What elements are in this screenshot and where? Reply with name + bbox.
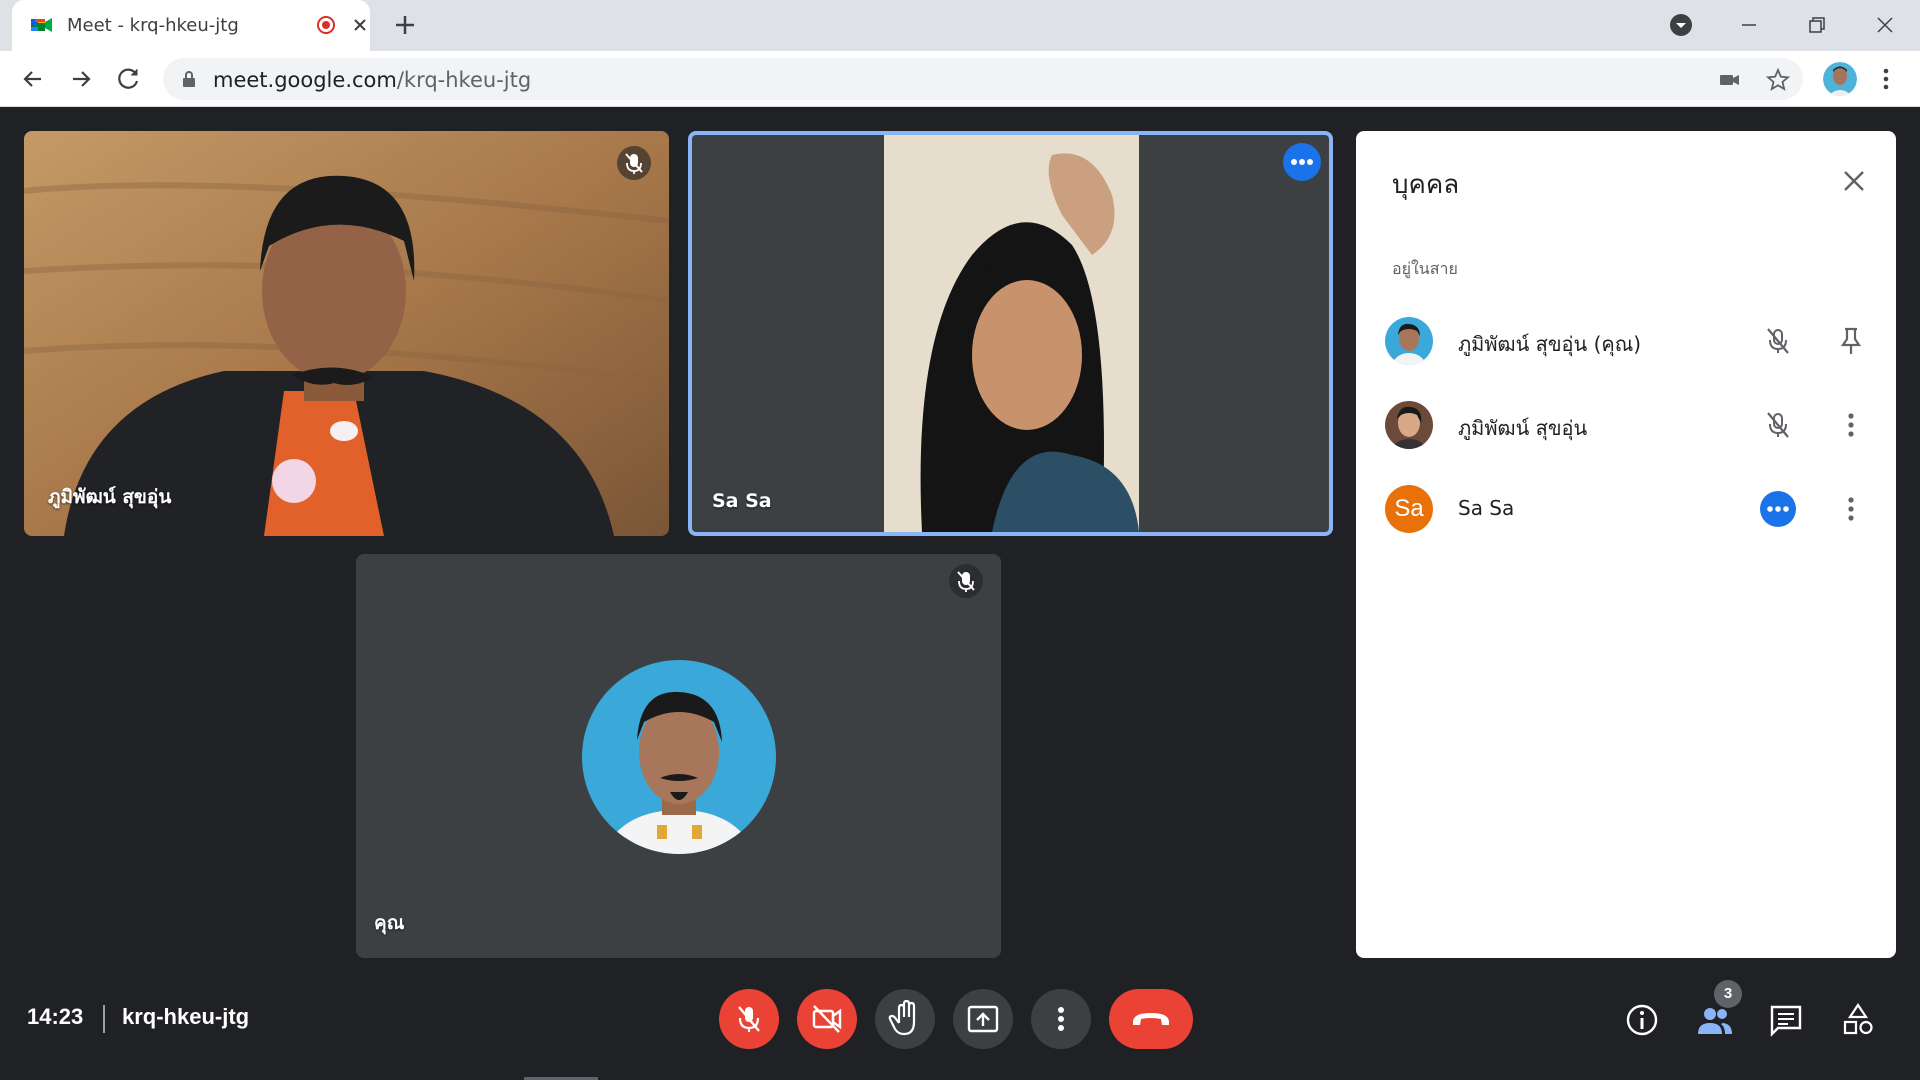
browser-menu-icon[interactable] [1876, 65, 1896, 93]
toggle-camera-button[interactable] [797, 989, 857, 1049]
mic-off-icon [1767, 412, 1789, 438]
lock-icon[interactable] [181, 70, 197, 88]
mic-off-icon [625, 153, 643, 174]
bookmark-star-icon[interactable] [1766, 68, 1790, 92]
panel-title: บุคคล [1392, 170, 1460, 200]
person-row[interactable]: ภูมิพัฒน์ สุขอุ่น [1356, 390, 1896, 460]
address-bar[interactable]: meet.google.com/krq-hkeu-jtg [163, 58, 1803, 100]
avatar-initials: Sa [1385, 485, 1433, 533]
avatar-image [1385, 317, 1433, 365]
leave-call-button[interactable] [1109, 989, 1193, 1049]
person-name: Sa Sa [1458, 496, 1515, 520]
more-horizontal-icon [1291, 159, 1313, 165]
present-screen-button[interactable] [953, 989, 1013, 1049]
participant-name-label: Sa Sa [712, 490, 772, 512]
back-icon[interactable] [19, 65, 47, 93]
tab-search-icon[interactable] [1666, 10, 1696, 40]
url-text: meet.google.com/krq-hkeu-jtg [213, 68, 531, 92]
video-tile-participant-2[interactable]: Sa Sa [688, 131, 1333, 536]
mic-muted-indicator [949, 564, 983, 598]
participant-2-video [884, 135, 1139, 532]
tab-close-icon[interactable] [349, 14, 371, 36]
mic-off-icon [1767, 328, 1789, 354]
person-name: ภูมิพัฒน์ สุขอุ่น [1458, 416, 1588, 440]
person-row[interactable]: ภูมิพัฒน์ สุขอุ่น (คุณ) [1356, 306, 1896, 376]
meet-favicon-icon [31, 18, 52, 32]
camera-permission-icon[interactable] [1718, 68, 1742, 92]
restore-icon[interactable] [1802, 10, 1832, 40]
participant-options-button[interactable] [1760, 491, 1796, 527]
person-row[interactable]: Sa Sa Sa [1356, 474, 1896, 544]
avatar-image [1385, 401, 1433, 449]
pin-icon[interactable] [1833, 323, 1869, 359]
window-close-icon[interactable] [1870, 10, 1900, 40]
browser-toolbar: meet.google.com/krq-hkeu-jtg [0, 51, 1920, 107]
forward-icon[interactable] [67, 65, 95, 93]
mic-muted-indicator [617, 146, 651, 180]
self-avatar-image [582, 660, 776, 854]
recording-indicator-icon [317, 16, 335, 34]
url-domain: meet.google.com [213, 68, 397, 92]
video-tile-participant-1[interactable]: ภูมิพัฒน์ สุขอุ่น [24, 131, 669, 536]
people-panel: บุคคล อยู่ในสาย ภูมิพัฒน์ สุขอุ่น (คุณ) [1356, 131, 1896, 958]
participant-name-label: ภูมิพัฒน์ สุขอุ่น [48, 486, 172, 508]
raise-hand-icon [888, 999, 916, 1036]
browser-tab[interactable]: Meet - krq-hkeu-jtg [12, 0, 370, 51]
meeting-code: krq-hkeu-jtg [122, 1004, 250, 1029]
meeting-details-icon[interactable] [1624, 1002, 1660, 1038]
mic-off-icon [957, 571, 975, 592]
more-vertical-icon [1058, 1007, 1064, 1031]
chat-icon[interactable] [1768, 1002, 1804, 1038]
close-panel-icon[interactable] [1839, 166, 1869, 196]
url-path: /krq-hkeu-jtg [396, 68, 532, 92]
participant-count-badge: 3 [1714, 980, 1742, 1008]
mic-off-icon [738, 1006, 760, 1032]
new-tab-icon[interactable] [392, 12, 418, 38]
more-options-button[interactable] [1031, 989, 1091, 1049]
person-name: ภูมิพัฒน์ สุขอุ่น (คุณ) [1458, 332, 1642, 356]
reload-icon[interactable] [115, 65, 143, 93]
browser-tabstrip: Meet - krq-hkeu-jtg [0, 0, 1920, 51]
participant-1-video [24, 131, 669, 536]
raise-hand-button[interactable] [875, 989, 935, 1049]
meeting-time: 14:23 [27, 1004, 84, 1029]
participant-options-button[interactable] [1283, 143, 1321, 181]
self-avatar [582, 660, 776, 854]
more-horizontal-icon [1767, 506, 1789, 512]
camera-off-icon [812, 1005, 842, 1033]
avatar [1385, 401, 1433, 449]
activities-icon[interactable] [1840, 1002, 1876, 1038]
present-screen-icon [967, 1005, 999, 1033]
minimize-icon[interactable] [1734, 10, 1764, 40]
avatar [1385, 317, 1433, 365]
divider [103, 1005, 105, 1033]
video-tile-self[interactable]: คุณ [356, 554, 1001, 958]
tab-title: Meet - krq-hkeu-jtg [67, 15, 239, 36]
hang-up-icon [1133, 1013, 1169, 1025]
more-vertical-icon[interactable] [1833, 407, 1869, 443]
section-label-in-call: อยู่ในสาย [1392, 259, 1458, 278]
toggle-mic-button[interactable] [719, 989, 779, 1049]
more-vertical-icon[interactable] [1833, 491, 1869, 527]
self-name-label: คุณ [374, 912, 405, 934]
profile-avatar[interactable] [1823, 62, 1857, 96]
